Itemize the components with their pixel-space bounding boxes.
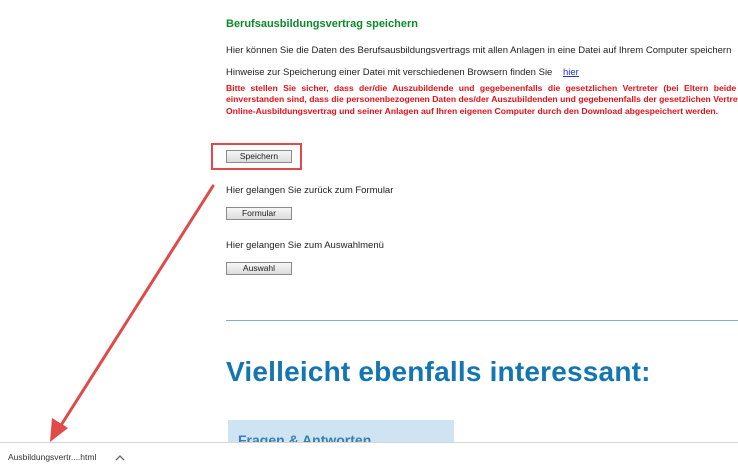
privacy-warning: Bitte stellen Sie sicher, dass der/die A…: [226, 83, 738, 116]
chevron-up-icon[interactable]: [113, 451, 127, 465]
browser-page: Berufsausbildungsvertrag speichern Hier …: [0, 0, 738, 472]
hint-line: Hinweise zur Speicherung einer Datei mit…: [226, 67, 579, 78]
form-button[interactable]: Formular: [226, 207, 292, 220]
form-back-text: Hier gelangen Sie zurück zum Formular: [226, 185, 394, 196]
section-divider: [226, 320, 738, 321]
intro-text: Hier können Sie die Daten des Berufsausb…: [226, 45, 732, 56]
save-button-highlight-frame: [211, 143, 302, 170]
download-bar: Ausbildungsvertr....html: [0, 442, 738, 472]
hint-link[interactable]: hier: [563, 67, 579, 78]
download-item[interactable]: Ausbildungsvertr....html: [0, 443, 140, 472]
select-menu-button[interactable]: Auswahl: [226, 262, 292, 275]
related-headline: Vielleicht ebenfalls interessant:: [226, 356, 651, 387]
section-title: Berufsausbildungsvertrag speichern: [226, 18, 418, 30]
menu-text: Hier gelangen Sie zum Auswahlmenü: [226, 240, 384, 251]
download-file-name: Ausbildungsvertr....html: [8, 452, 97, 462]
hint-text: Hinweise zur Speicherung einer Datei mit…: [226, 67, 553, 78]
